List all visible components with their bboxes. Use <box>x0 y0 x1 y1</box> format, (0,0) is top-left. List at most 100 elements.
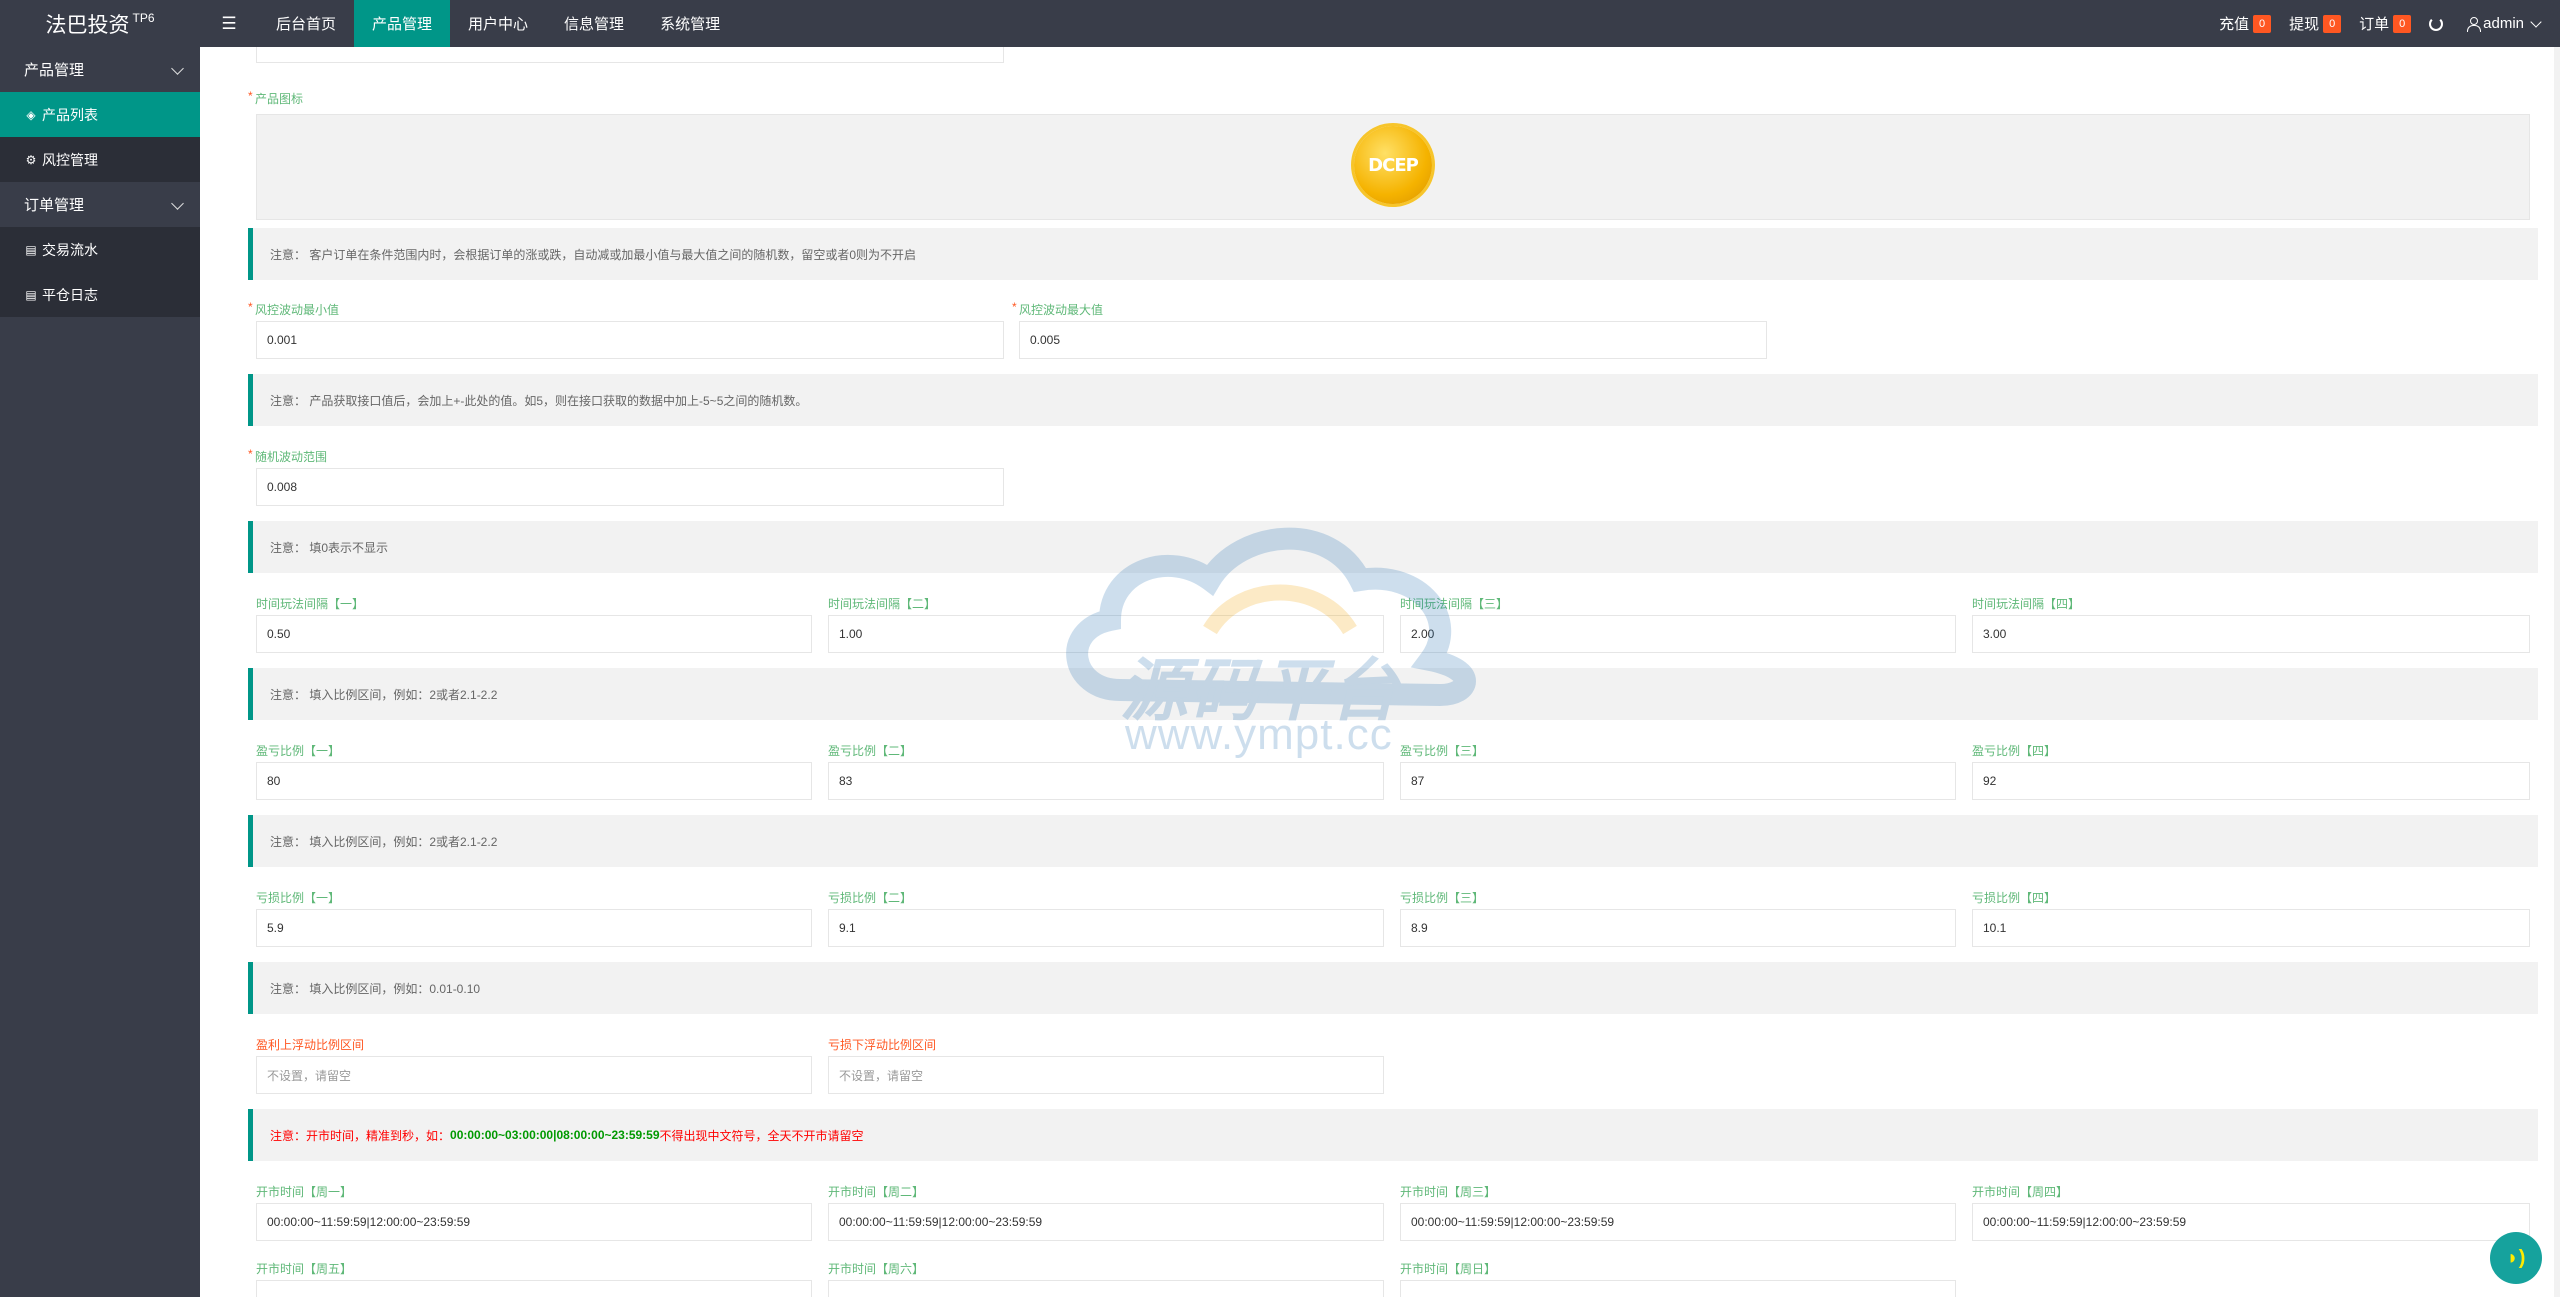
open-label-thu: 开市时间【周四】 <box>1972 1185 2069 1199</box>
sidebar: 产品管理 ◈ 产品列表 ⚙ 风控管理 订单管理 ▤ 交易流水 ▤ 平仓日志 <box>0 47 200 1297</box>
recharge-link[interactable]: 充值 0 <box>2219 13 2272 34</box>
header-right: 充值 0 提现 0 订单 0 admin <box>2219 0 2560 47</box>
note-loss-ratio: 注意： 填入比例区间，例如：2或者2.1-2.2 <box>248 815 2538 867</box>
note-market-hours: 注意：开市时间，精准到秒，如： 00:00:00~03:00:00|08:00:0… <box>248 1109 2538 1161</box>
profit-input-3[interactable]: 87 <box>1400 762 1956 800</box>
loss-label-2: 亏损比例【二】 <box>828 891 913 905</box>
withdraw-badge: 0 <box>2323 14 2342 33</box>
interval-label-2: 时间玩法间隔【二】 <box>828 597 937 611</box>
sidebar-group-orders[interactable]: 订单管理 <box>0 182 200 227</box>
risk-min-label: 风控波动最小值 <box>248 300 339 318</box>
float-down-label: 亏损下浮动比例区间 <box>828 1038 937 1052</box>
open-input-mon[interactable]: 00:00:00~11:59:59|12:00:00~23:59:59 <box>256 1203 812 1241</box>
layers-icon: ◈ <box>26 107 36 122</box>
loss-label-3: 亏损比例【三】 <box>1400 891 1485 905</box>
logo[interactable]: 法巴投资 TP6 <box>0 0 200 47</box>
logo-text: 法巴投资 <box>45 13 130 37</box>
note-market-prefix: 注意：开市时间，精准到秒，如： <box>270 1128 451 1143</box>
order-link[interactable]: 订单 0 <box>2359 13 2412 34</box>
loss-input-1[interactable]: 5.9 <box>256 909 812 947</box>
sidebar-item-label: 交易流水 <box>42 241 98 258</box>
menu-toggle-icon[interactable]: ☰ <box>200 0 258 47</box>
risk-max-input[interactable]: 0.005 <box>1019 321 1767 359</box>
chevron-up-icon <box>171 62 184 75</box>
open-label-fri: 开市时间【周五】 <box>256 1262 353 1276</box>
interval-label-1: 时间玩法间隔【一】 <box>256 597 365 611</box>
refresh-icon[interactable] <box>2429 16 2444 31</box>
random-range-input[interactable]: 0.008 <box>256 468 1004 506</box>
note-zero-hide: 注意： 填0表示不显示 <box>248 521 2538 573</box>
sidebar-group-label: 订单管理 <box>24 197 85 214</box>
risk-max-label: 风控波动最大值 <box>1012 300 1103 318</box>
open-input-sat[interactable] <box>828 1280 1384 1297</box>
recharge-label: 充值 <box>2219 16 2250 33</box>
open-input-wed[interactable]: 00:00:00~11:59:59|12:00:00~23:59:59 <box>1400 1203 1956 1241</box>
username: admin <box>2483 15 2524 32</box>
withdraw-link[interactable]: 提现 0 <box>2289 13 2342 34</box>
random-range-label: 随机波动范围 <box>248 447 327 465</box>
nav-home[interactable]: 后台首页 <box>258 0 354 47</box>
float-down-input[interactable]: 不设置，请留空 <box>828 1056 1384 1094</box>
loss-label-4: 亏损比例【四】 <box>1972 891 2057 905</box>
order-label: 订单 <box>2359 16 2390 33</box>
loss-input-2[interactable]: 9.1 <box>828 909 1384 947</box>
open-input-sun[interactable] <box>1400 1280 1956 1297</box>
scrollbar[interactable] <box>2554 47 2560 1297</box>
recharge-badge: 0 <box>2253 14 2272 33</box>
top-nav: 后台首页 产品管理 用户中心 信息管理 系统管理 <box>258 0 738 47</box>
profit-input-4[interactable]: 92 <box>1972 762 2530 800</box>
interval-input-2[interactable]: 1.00 <box>828 615 1384 653</box>
float-up-input[interactable]: 不设置，请留空 <box>256 1056 812 1094</box>
cut-off-input[interactable] <box>256 47 1004 63</box>
interval-input-4[interactable]: 3.00 <box>1972 615 2530 653</box>
loss-input-4[interactable]: 10.1 <box>1972 909 2530 947</box>
profit-label-1: 盈亏比例【一】 <box>256 744 341 758</box>
note-market-example: 00:00:00~03:00:00|08:00:00~23:59:59 <box>450 1128 660 1142</box>
chevron-down-icon <box>2530 15 2542 28</box>
float-up-label: 盈利上浮动比例区间 <box>256 1038 365 1052</box>
note-risk: 注意： 客户订单在条件范围内时，会根据订单的涨或跌，自动减或加最小值与最大值之间… <box>248 228 2538 280</box>
sidebar-item-label: 风控管理 <box>42 151 98 168</box>
nav-users[interactable]: 用户中心 <box>450 0 546 47</box>
gear-icon: ⚙ <box>25 152 37 167</box>
chevron-up-icon <box>171 197 184 210</box>
note-random: 注意： 产品获取接口值后，会加上+-此处的值。如5，则在接口获取的数据中加上-5… <box>248 374 2538 426</box>
document-icon: ▤ <box>25 242 37 257</box>
user-menu[interactable]: admin <box>2467 15 2542 32</box>
risk-min-input[interactable]: 0.001 <box>256 321 1004 359</box>
interval-input-1[interactable]: 0.50 <box>256 615 812 653</box>
nav-info[interactable]: 信息管理 <box>546 0 642 47</box>
open-label-sun: 开市时间【周日】 <box>1400 1262 1497 1276</box>
note-market-suffix: 不得出现中文符号，全天不开市请留空 <box>659 1128 864 1143</box>
product-icon-label: 产品图标 <box>248 89 303 107</box>
document-icon: ▤ <box>25 287 37 302</box>
loss-input-3[interactable]: 8.9 <box>1400 909 1956 947</box>
profit-input-1[interactable]: 80 <box>256 762 812 800</box>
withdraw-label: 提现 <box>2289 16 2320 33</box>
sidebar-item-product-list[interactable]: ◈ 产品列表 <box>0 92 200 137</box>
sidebar-item-label: 平仓日志 <box>42 286 98 303</box>
sidebar-group-products[interactable]: 产品管理 <box>0 47 200 92</box>
profit-input-2[interactable]: 83 <box>828 762 1384 800</box>
note-float-ratio: 注意： 填入比例区间，例如：0.01-0.10 <box>248 962 2538 1014</box>
logo-version: TP6 <box>132 10 155 25</box>
loss-label-1: 亏损比例【一】 <box>256 891 341 905</box>
interval-input-3[interactable]: 2.00 <box>1400 615 1956 653</box>
profit-label-2: 盈亏比例【二】 <box>828 744 913 758</box>
profit-label-3: 盈亏比例【三】 <box>1400 744 1485 758</box>
nav-system[interactable]: 系统管理 <box>642 0 738 47</box>
note-profit-ratio: 注意： 填入比例区间，例如：2或者2.1-2.2 <box>248 668 2538 720</box>
open-input-tue[interactable]: 00:00:00~11:59:59|12:00:00~23:59:59 <box>828 1203 1384 1241</box>
open-label-sat: 开市时间【周六】 <box>828 1262 925 1276</box>
sidebar-group-label: 产品管理 <box>24 62 85 79</box>
open-input-thu[interactable]: 00:00:00~11:59:59|12:00:00~23:59:59 <box>1972 1203 2530 1241</box>
sidebar-item-transactions[interactable]: ▤ 交易流水 <box>0 227 200 272</box>
open-label-tue: 开市时间【周二】 <box>828 1185 925 1199</box>
sidebar-item-close-log[interactable]: ▤ 平仓日志 <box>0 272 200 317</box>
order-badge: 0 <box>2393 14 2412 33</box>
sidebar-item-risk[interactable]: ⚙ 风控管理 <box>0 137 200 182</box>
interval-label-4: 时间玩法间隔【四】 <box>1972 597 2081 611</box>
nav-products[interactable]: 产品管理 <box>354 0 451 47</box>
open-input-fri[interactable] <box>256 1280 812 1297</box>
chat-bubble-icon[interactable]: ◗) <box>2490 1232 2542 1284</box>
